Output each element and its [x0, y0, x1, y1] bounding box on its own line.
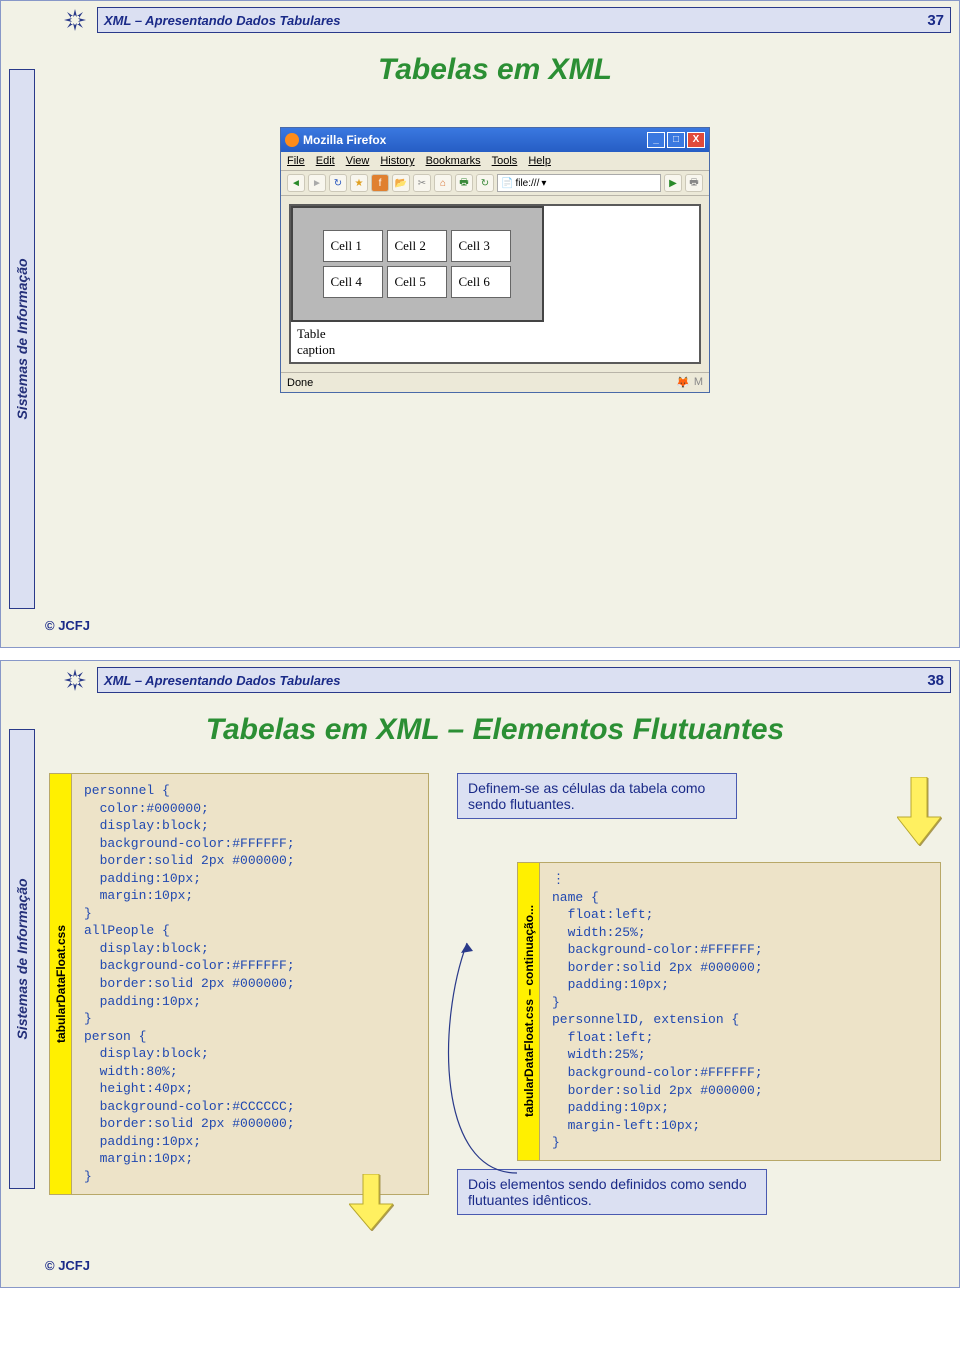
cell: Cell 5	[387, 266, 447, 298]
sidebar: Sistemas de Informação	[9, 729, 35, 1189]
window-titlebar: Mozilla Firefox _ □ X	[281, 128, 709, 152]
code-box-1: tabularDataFloat.css personnel { color:#…	[49, 773, 429, 1195]
maximize-button[interactable]: □	[667, 132, 685, 148]
code-tab-1: tabularDataFloat.css	[50, 774, 72, 1194]
table-grid: Cell 1 Cell 2 Cell 3 Cell 4 Cell 5 Cell …	[323, 230, 511, 298]
sidebar: Sistemas de Informação	[9, 69, 35, 609]
menu-tools[interactable]: Tools	[492, 155, 518, 167]
slide-grid: tabularDataFloat.css personnel { color:#…	[49, 773, 941, 1215]
forward-icon[interactable]: ►	[308, 174, 326, 192]
logo-icon	[59, 667, 91, 693]
arrow-down-icon	[349, 1174, 393, 1235]
go-icon[interactable]: ▶	[664, 174, 682, 192]
code-tab-label: tabularDataFloat.css	[52, 925, 68, 1043]
slide-title: Tabelas em XML	[49, 53, 941, 87]
url-text: file:///	[515, 178, 539, 189]
sidebar-label: Sistemas de Informação	[14, 878, 30, 1039]
right-column: Definem-se as células da tabela como sen…	[457, 773, 941, 1215]
status-text: Done	[287, 377, 313, 389]
star-icon[interactable]: ★	[350, 174, 368, 192]
slide-38: XML – Apresentando Dados Tabulares 38 Si…	[0, 660, 960, 1288]
page-number: 37	[927, 12, 944, 29]
breadcrumb: XML – Apresentando Dados Tabulares	[104, 13, 340, 28]
menu-help[interactable]: Help	[528, 155, 551, 167]
code-body-1: personnel { color:#000000; display:block…	[72, 774, 307, 1194]
folder-icon[interactable]: f	[371, 174, 389, 192]
home-icon[interactable]: ⌂	[434, 174, 452, 192]
cut-icon[interactable]: ✂	[413, 174, 431, 192]
logo-icon	[59, 7, 91, 33]
table-caption: Table caption	[291, 322, 699, 362]
topbar: XML – Apresentando Dados Tabulares 38	[59, 667, 951, 693]
content-area: Tabelas em XML Mozilla Firefox _ □ X Fil…	[39, 39, 951, 639]
code-tab-2: tabularDataFloat.css – continuação...	[518, 863, 540, 1160]
menu-edit[interactable]: Edit	[316, 155, 335, 167]
firefox-icon: 🦊	[676, 376, 690, 389]
page-canvas: Cell 1 Cell 2 Cell 3 Cell 4 Cell 5 Cell …	[289, 204, 701, 364]
titlebar: XML – Apresentando Dados Tabulares 38	[97, 667, 951, 693]
menu-view[interactable]: View	[346, 155, 370, 167]
cell: Cell 6	[451, 266, 511, 298]
footer: © JCFJ	[45, 618, 90, 633]
code-box-2: tabularDataFloat.css – continuação... ⋮ …	[517, 862, 941, 1161]
note-2: Dois elementos sendo definidos como send…	[457, 1169, 767, 1215]
cell: Cell 3	[451, 230, 511, 262]
status-bar: Done 🦊 M	[281, 372, 709, 392]
open-icon[interactable]: 📂	[392, 174, 410, 192]
cell: Cell 4	[323, 266, 383, 298]
firefox-window: Mozilla Firefox _ □ X File Edit View His…	[280, 127, 710, 393]
print-icon[interactable]: 🖶	[455, 174, 473, 192]
status-icons: 🦊 M	[676, 376, 703, 389]
cell: Cell 1	[323, 230, 383, 262]
mail-icon: M	[694, 376, 703, 389]
refresh-icon[interactable]: ↻	[476, 174, 494, 192]
table-container: Cell 1 Cell 2 Cell 3 Cell 4 Cell 5 Cell …	[291, 206, 544, 322]
cell: Cell 2	[387, 230, 447, 262]
menu-file[interactable]: File	[287, 155, 305, 167]
footer: © JCFJ	[45, 1258, 90, 1273]
menu-bookmarks[interactable]: Bookmarks	[426, 155, 481, 167]
printer-icon[interactable]: 🖶	[685, 174, 703, 192]
toolbar: ◄ ► ↻ ★ f 📂 ✂ ⌂ 🖶 ↻ 📄 file:/// ▾ ▶ 🖶	[281, 171, 709, 196]
titlebar: XML – Apresentando Dados Tabulares 37	[97, 7, 951, 33]
note-1: Definem-se as células da tabela como sen…	[457, 773, 737, 819]
code-body-2: ⋮ name { float:left; width:25%; backgrou…	[540, 863, 775, 1160]
topbar: XML – Apresentando Dados Tabulares 37	[59, 7, 951, 33]
slide-37: XML – Apresentando Dados Tabulares 37 Si…	[0, 0, 960, 648]
arrow-down-icon	[897, 777, 941, 850]
window-title: Mozilla Firefox	[285, 133, 386, 147]
menu-bar: File Edit View History Bookmarks Tools H…	[281, 152, 709, 171]
menu-history[interactable]: History	[380, 155, 414, 167]
breadcrumb: XML – Apresentando Dados Tabulares	[104, 673, 340, 688]
close-button[interactable]: X	[687, 132, 705, 148]
viewport: Cell 1 Cell 2 Cell 3 Cell 4 Cell 5 Cell …	[281, 196, 709, 372]
sidebar-label: Sistemas de Informação	[14, 258, 30, 419]
code-tab-label: tabularDataFloat.css – continuação...	[520, 905, 536, 1117]
slide-title: Tabelas em XML – Elementos Flutuantes	[49, 713, 941, 747]
arrow-curve-icon	[427, 923, 527, 1183]
reload-icon[interactable]: ↻	[329, 174, 347, 192]
page-number: 38	[927, 672, 944, 689]
content-area: Tabelas em XML – Elementos Flutuantes ta…	[39, 699, 951, 1279]
window-buttons: _ □ X	[647, 132, 705, 148]
back-icon[interactable]: ◄	[287, 174, 305, 192]
url-bar[interactable]: 📄 file:/// ▾	[497, 174, 661, 192]
minimize-button[interactable]: _	[647, 132, 665, 148]
